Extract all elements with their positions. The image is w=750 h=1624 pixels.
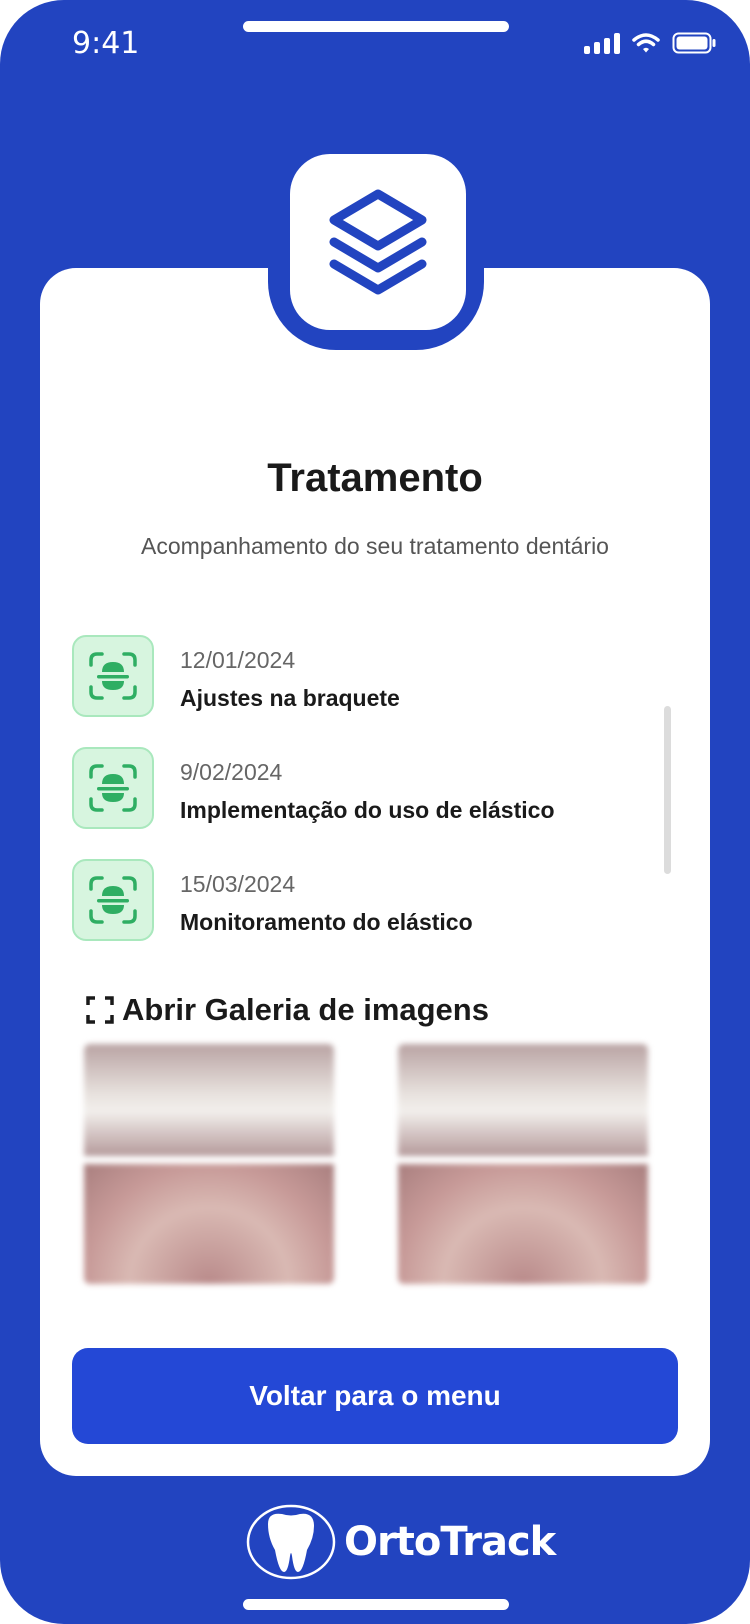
page-subtitle: Acompanhamento do seu tratamento dentári…: [141, 533, 609, 559]
treatment-list: 12/01/2024 Ajustes na braquete 9/02/2024…: [72, 635, 632, 971]
gallery-photo[interactable]: [398, 1044, 648, 1284]
scan-tooth-icon: [72, 859, 154, 941]
treatment-list-item[interactable]: 12/01/2024 Ajustes na braquete: [72, 635, 632, 747]
treatment-description: Monitoramento do elástico: [180, 909, 473, 935]
cellular-signal-icon: [584, 32, 620, 54]
top-notch-bar: [243, 21, 509, 32]
treatment-description: Ajustes na braquete: [180, 685, 400, 711]
treatment-description: Implementação do uso de elástico: [180, 797, 555, 823]
status-time: 9:41: [72, 26, 140, 61]
list-scrollbar[interactable]: [664, 706, 671, 874]
open-gallery-link[interactable]: Abrir Galeria de imagens: [86, 992, 489, 1028]
brand-logo: OrtoTrack: [246, 1504, 556, 1580]
open-gallery-label: Abrir Galeria de imagens: [122, 992, 489, 1027]
scan-tooth-icon: [72, 635, 154, 717]
treatment-date: 15/03/2024: [180, 871, 296, 897]
phone-screen: 9:41 Tratamento Acompanhamento do seu tr…: [0, 0, 750, 1624]
treatment-date: 9/02/2024: [180, 759, 283, 785]
treatment-list-item[interactable]: 15/03/2024 Monitoramento do elástico: [72, 859, 632, 971]
expand-icon: [86, 996, 114, 1024]
status-icons: [584, 32, 716, 54]
home-indicator[interactable]: [243, 1599, 509, 1610]
tooth-logo-icon: [246, 1504, 336, 1580]
treatment-date: 12/01/2024: [180, 647, 296, 673]
treatment-list-item[interactable]: 9/02/2024 Implementação do uso de elásti…: [72, 747, 632, 859]
wifi-icon: [632, 33, 660, 53]
page-title: Tratamento: [267, 456, 483, 500]
gallery-photo[interactable]: [84, 1044, 334, 1284]
layers-icon: [329, 189, 427, 295]
logo-badge: [290, 154, 466, 330]
scan-tooth-icon: [72, 747, 154, 829]
brand-name: OrtoTrack: [344, 1519, 556, 1565]
battery-icon: [672, 32, 716, 54]
back-to-menu-button[interactable]: Voltar para o menu: [72, 1348, 678, 1444]
